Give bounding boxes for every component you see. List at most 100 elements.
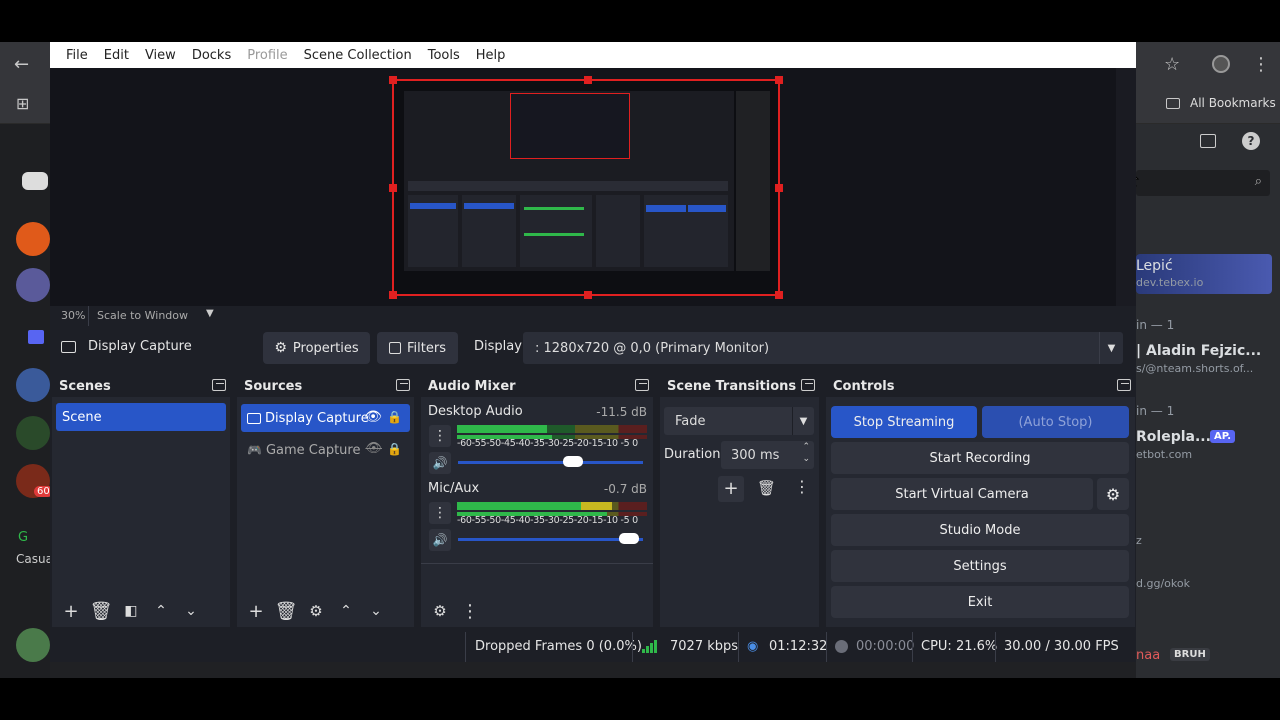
menu-tools[interactable]: Tools [420,48,468,63]
lock-icon[interactable]: 🔒 [387,410,402,424]
virtual-camera-settings-button[interactable]: ⚙ [1097,478,1129,510]
member-name[interactable]: Rolepla... [1136,429,1211,445]
auto-stop-button[interactable]: (Auto Stop) [982,406,1129,438]
signal-strength-icon [642,640,657,653]
channel-menu-icon[interactable]: ⋮ [429,425,451,447]
source-item-display-capture[interactable]: Display Capture 👁 🔒 [241,404,410,432]
eye-visible-icon[interactable]: 👁 [364,409,382,425]
volume-slider-handle[interactable] [619,533,639,544]
studio-mode-button[interactable]: Studio Mode [831,514,1129,546]
start-recording-button[interactable]: Start Recording [831,442,1129,474]
stop-streaming-button[interactable]: Stop Streaming [831,406,977,438]
resize-handle[interactable] [775,184,783,192]
extension-icon[interactable] [1212,55,1230,73]
transition-menu-icon[interactable]: ⋮ [794,477,810,496]
member-name[interactable]: naa [1136,648,1160,663]
start-virtual-camera-button[interactable]: Start Virtual Camera [831,478,1093,510]
resize-handle[interactable] [389,291,397,299]
menu-scene-collection[interactable]: Scene Collection [296,48,420,63]
menu-docks[interactable]: Docks [184,48,239,63]
float-dock-icon[interactable] [635,379,649,391]
move-up-icon[interactable]: ⌃ [333,598,359,624]
user-avatar[interactable] [16,628,50,662]
scene-item[interactable]: Scene [56,403,226,431]
dropped-frames: Dropped Frames 0 (0.0%) [475,639,642,654]
add-transition-icon[interactable]: + [718,476,744,502]
nested-discord [736,91,770,271]
apps-grid-icon[interactable]: ⊞ [16,94,29,113]
remove-source-icon[interactable]: 🗑 [273,598,299,624]
move-up-icon[interactable]: ⌃ [148,598,174,624]
server-avatar[interactable] [16,416,50,450]
float-dock-icon[interactable] [212,379,226,391]
menu-view[interactable]: View [137,48,184,63]
move-down-icon[interactable]: ⌄ [178,598,204,624]
server-avatar[interactable] [16,222,50,256]
chevron-up-icon[interactable]: ⌃ [802,442,810,452]
resize-handle[interactable] [584,291,592,299]
nested-button [688,205,726,212]
advanced-audio-icon[interactable]: ⚙ [427,598,453,624]
preview-canvas[interactable] [389,76,783,299]
remove-scene-icon[interactable]: 🗑 [88,598,114,624]
add-scene-icon[interactable]: + [58,598,84,624]
properties-button[interactable]: ⚙ Properties [263,332,370,364]
channel-menu-icon[interactable]: ⋮ [429,502,451,524]
menu-file[interactable]: File [58,48,96,63]
resize-handle[interactable] [775,76,783,84]
inbox-icon[interactable] [1200,134,1216,148]
server-avatar[interactable] [16,268,50,302]
menu-edit[interactable]: Edit [96,48,137,63]
all-bookmarks-link[interactable]: All Bookmarks [1190,96,1276,110]
remove-transition-icon[interactable]: 🗑 [757,479,776,497]
chevron-down-icon[interactable]: ▼ [206,308,214,319]
kebab-menu-icon[interactable]: ⋮ [1252,54,1270,75]
exit-button[interactable]: Exit [831,586,1129,618]
menu-profile[interactable]: Profile [239,48,295,63]
resize-handle[interactable] [775,291,783,299]
member-sub: etbot.com [1136,448,1193,461]
back-arrow-icon[interactable]: ← [14,54,29,75]
source-properties-icon[interactable]: ⚙ [303,598,329,624]
volume-slider-track[interactable] [458,538,643,541]
mixer-menu-icon[interactable]: ⋮ [457,598,483,624]
search-box[interactable]: ⌕ [1136,170,1270,196]
move-down-icon[interactable]: ⌄ [363,598,389,624]
search-icon: ⌕ [1254,174,1262,189]
float-dock-icon[interactable] [801,379,815,391]
speaker-icon[interactable]: 🔊 [429,452,451,474]
display-select[interactable]: : 1280x720 @ 0,0 (Primary Monitor) ▼ [523,332,1123,364]
star-icon[interactable]: ☆ [1164,54,1180,75]
chevron-down-icon[interactable]: ▼ [792,407,814,435]
discord-logo-icon[interactable] [22,172,48,190]
speaker-icon[interactable]: 🔊 [429,529,451,551]
resize-handle[interactable] [584,76,592,84]
help-icon[interactable]: ? [1242,132,1260,150]
chevron-down-icon[interactable]: ⌄ [802,454,810,464]
float-dock-icon[interactable] [1117,379,1131,391]
float-dock-icon[interactable] [396,379,410,391]
nested-dock [596,195,640,267]
transition-select[interactable]: Fade ▼ [664,407,814,435]
volume-slider-handle[interactable] [563,456,583,467]
chevron-down-icon[interactable]: ▼ [1099,332,1123,364]
settings-button[interactable]: Settings [831,550,1129,582]
nested-selection [410,203,456,209]
resize-handle[interactable] [389,184,397,192]
preview-scrollbar[interactable] [1116,68,1136,306]
member-name[interactable]: Lepić [1136,258,1173,274]
filters-button[interactable]: Filters [377,332,458,364]
resize-handle[interactable] [389,76,397,84]
folder-icon[interactable] [28,330,44,344]
scale-mode-select[interactable]: Scale to Window [97,309,188,322]
server-avatar[interactable] [16,368,50,402]
volume-slider-track[interactable] [458,461,643,464]
eye-hidden-icon[interactable]: 👁 [365,441,382,456]
source-item-game-capture[interactable]: 🎮 Game Capture 👁 🔒 [241,436,410,464]
add-source-icon[interactable]: + [243,598,269,624]
menu-help[interactable]: Help [468,48,514,63]
member-name[interactable]: | Aladin Fejzic... [1136,343,1261,359]
duration-spinbox[interactable]: 300 ms ⌃ ⌄ [721,441,814,469]
scene-filters-icon[interactable]: ◧ [118,598,144,624]
lock-icon[interactable]: 🔒 [387,442,402,456]
